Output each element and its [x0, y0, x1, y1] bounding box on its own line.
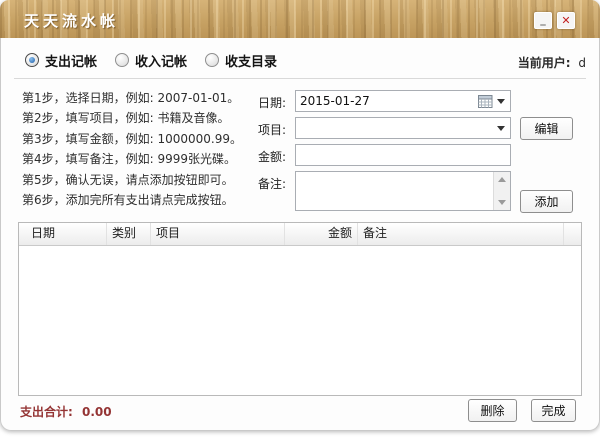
radio-expense-label: 支出记帐	[45, 54, 98, 70]
titlebar[interactable]: 天天流水帐 _ ✕	[0, 0, 600, 39]
minimize-icon: _	[540, 13, 546, 26]
edit-button[interactable]: 编辑	[520, 117, 573, 140]
instruction-step-4: 第4步，填写备注，例如: 9999张光碟。	[22, 152, 237, 167]
current-user-value: d	[578, 56, 586, 70]
close-button[interactable]: ✕	[557, 12, 575, 29]
notes-scrollbar[interactable]	[493, 172, 510, 210]
instruction-step-6: 第6步，添加完所有支出请点完成按钮。	[22, 193, 234, 208]
instruction-step-5: 第5步，确认无误，请点添加按钮即可。	[22, 172, 234, 187]
radio-directory-label: 收支目录	[225, 54, 278, 70]
scroll-up-icon[interactable]	[498, 177, 506, 182]
date-label: 日期:	[258, 96, 287, 110]
ledger-table[interactable]: 日期 类别 项目 金额 备注	[18, 222, 582, 396]
radio-selected-icon	[25, 53, 39, 67]
project-label: 项目:	[258, 123, 287, 137]
table-header-row: 日期 类别 项目 金额 备注	[19, 223, 581, 246]
column-header-amount[interactable]: 金额	[285, 223, 358, 245]
radio-category-directory[interactable]: 收支目录	[205, 52, 278, 70]
amount-input[interactable]	[296, 146, 510, 166]
expense-total-value: 0.00	[82, 405, 112, 419]
done-button[interactable]: 完成	[531, 399, 576, 422]
instruction-step-3: 第3步，填写金额，例如: 1000000.99。	[22, 131, 243, 146]
amount-field[interactable]	[295, 144, 511, 166]
add-button[interactable]: 添加	[520, 190, 573, 213]
date-dropdown-arrow-icon[interactable]	[497, 98, 505, 104]
expense-total: 支出合计: 0.00	[20, 403, 112, 420]
radio-expense-entry[interactable]: 支出记帐	[25, 52, 98, 70]
app-window: 天天流水帐 _ ✕ 支出记帐 收入记帐 收支目录 当前用户: d 第1步，选择日…	[0, 0, 600, 431]
minimize-button[interactable]: _	[534, 12, 552, 29]
radio-unselected-icon	[115, 53, 129, 67]
current-user: 当前用户: d	[518, 54, 586, 71]
column-header-filler	[564, 223, 581, 245]
instruction-step-2: 第2步，填写项目，例如: 书籍及音像。	[22, 111, 230, 126]
delete-button[interactable]: 删除	[468, 399, 517, 422]
instruction-step-1: 第1步，选择日期，例如: 2007-01-01。	[22, 91, 240, 105]
radio-income-entry[interactable]: 收入记帐	[115, 52, 188, 70]
current-user-label: 当前用户:	[517, 56, 571, 70]
scroll-down-icon[interactable]	[498, 200, 506, 205]
close-icon: ✕	[561, 14, 571, 27]
radio-income-label: 收入记帐	[135, 54, 188, 70]
notes-field[interactable]	[295, 171, 511, 211]
column-header-category[interactable]: 类别	[107, 223, 151, 245]
instruction-steps: 第1步，选择日期，例如: 2007-01-01。 第2步，填写项目，例如: 书籍…	[22, 88, 260, 210]
amount-label: 金额:	[258, 150, 287, 164]
divider	[14, 78, 586, 79]
calendar-icon[interactable]	[478, 94, 493, 108]
date-field[interactable]	[295, 90, 511, 112]
radio-unselected-icon	[205, 53, 219, 67]
project-dropdown[interactable]	[295, 117, 511, 139]
date-input[interactable]	[296, 91, 478, 111]
window-title: 天天流水帐	[24, 12, 120, 30]
column-header-date[interactable]: 日期	[19, 223, 107, 245]
column-header-notes[interactable]: 备注	[358, 223, 564, 245]
notes-label: 备注:	[258, 177, 287, 191]
notes-input[interactable]	[296, 172, 493, 210]
column-header-project[interactable]: 项目	[151, 223, 285, 245]
expense-total-label: 支出合计:	[20, 405, 73, 419]
project-dropdown-arrow-icon[interactable]	[497, 125, 505, 131]
